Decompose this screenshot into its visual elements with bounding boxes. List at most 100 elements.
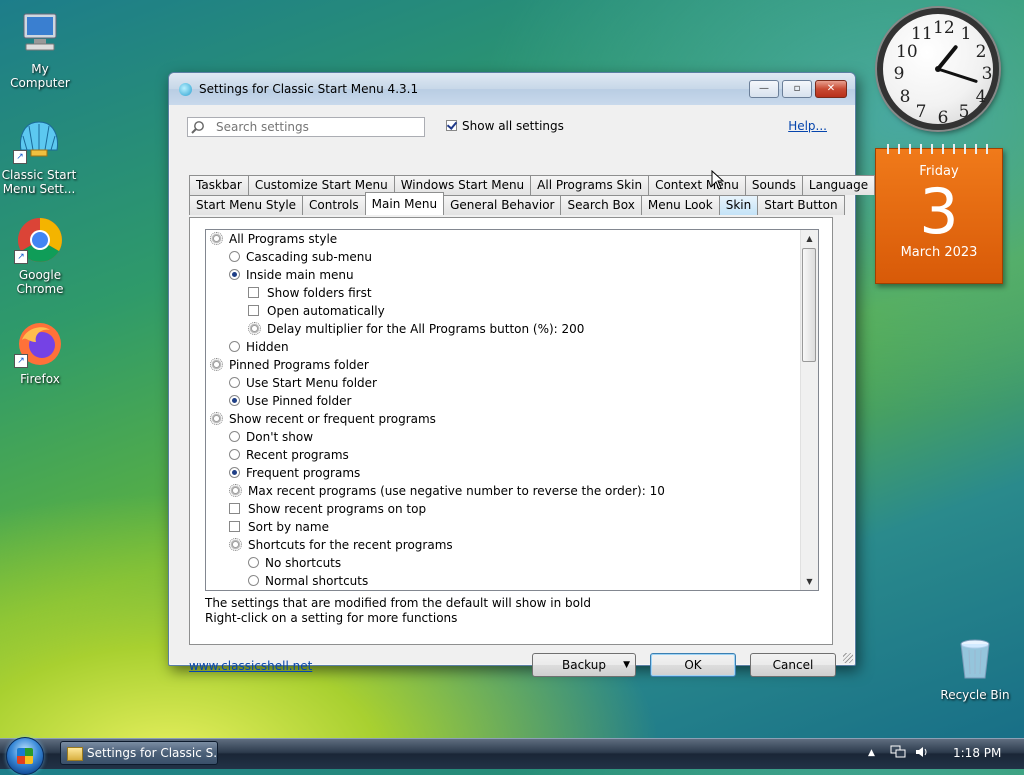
tab-start-button[interactable]: Start Button <box>757 195 845 215</box>
start-button[interactable] <box>6 737 44 775</box>
setting-row[interactable]: Show recent or frequent programs <box>210 410 436 428</box>
tab-all-programs-skin[interactable]: All Programs Skin <box>530 175 650 195</box>
radio-button[interactable] <box>229 431 240 442</box>
setting-row[interactable]: Recent programs <box>229 446 349 464</box>
search-input[interactable] <box>216 119 416 135</box>
close-button[interactable]: ✕ <box>815 80 847 98</box>
clock-center <box>935 66 941 72</box>
volume-icon[interactable] <box>914 738 930 768</box>
setting-row[interactable]: Inside main menu <box>229 266 354 284</box>
radio-button[interactable] <box>248 575 259 586</box>
tab-skin[interactable]: Skin <box>718 195 759 215</box>
tab-general-behavior[interactable]: General Behavior <box>443 195 562 215</box>
radio-button[interactable] <box>248 557 259 568</box>
setting-label: Shortcuts for the recent programs <box>248 538 453 552</box>
shell-icon: ↗ <box>13 116 63 164</box>
window-title: Settings for Classic Start Menu 4.3.1 <box>199 82 419 96</box>
radio-button[interactable] <box>229 269 240 280</box>
tab-context-menu[interactable]: Context Menu <box>648 175 746 195</box>
radio-button[interactable] <box>229 251 240 262</box>
setting-label: Sort by name <box>248 520 329 534</box>
desktop-icon-classic-start-menu[interactable]: ↗ Classic Start Menu Sett... <box>0 116 78 196</box>
setting-label: No shortcuts <box>265 556 342 570</box>
tab-search-box[interactable]: Search Box <box>560 195 642 215</box>
tab-start-menu-style[interactable]: Start Menu Style <box>189 195 304 215</box>
resize-grip-icon[interactable] <box>843 653 853 663</box>
taskbar-clock[interactable]: 1:18 PM <box>953 738 1001 768</box>
chrome-icon: ↗ <box>14 216 64 264</box>
setting-row[interactable]: Show folders first <box>248 284 372 302</box>
setting-row[interactable]: Max recent programs (use negative number… <box>229 482 665 500</box>
setting-gear-icon <box>210 358 223 371</box>
setting-row[interactable]: No shortcuts <box>248 554 341 572</box>
scroll-thumb[interactable] <box>802 248 816 362</box>
ok-button[interactable]: OK <box>650 653 736 677</box>
setting-row[interactable]: Pinned Programs folder <box>210 356 369 374</box>
setting-label: Show recent or frequent programs <box>229 412 436 426</box>
radio-button[interactable] <box>229 395 240 406</box>
checkbox-box[interactable] <box>248 305 259 316</box>
desktop-icon-recycle-bin[interactable]: Recycle Bin <box>935 636 1015 702</box>
calendar-rings <box>882 144 996 154</box>
setting-row[interactable]: Open automatically <box>248 302 385 320</box>
checkbox-box[interactable] <box>229 503 240 514</box>
desktop-icon-google-chrome[interactable]: ↗ Google Chrome <box>0 216 80 296</box>
show-hidden-icons-icon[interactable]: ▲ <box>868 738 875 768</box>
desktop-icon-firefox[interactable]: ↗ Firefox <box>0 320 80 386</box>
radio-button[interactable] <box>229 467 240 478</box>
setting-row[interactable]: All Programs style <box>210 230 337 248</box>
setting-row[interactable]: Use Start Menu folder <box>229 374 377 392</box>
setting-row[interactable]: Cascading sub-menu <box>229 248 372 266</box>
vertical-scrollbar[interactable]: ▲ ▼ <box>800 230 818 590</box>
setting-gear-icon <box>248 322 261 335</box>
search-box[interactable] <box>187 117 425 137</box>
tab-language[interactable]: Language <box>801 175 876 195</box>
setting-row[interactable]: Show recent programs on top <box>229 500 426 518</box>
tab-controls[interactable]: Controls <box>302 195 366 215</box>
clock-gadget[interactable]: 12 1 2 3 4 5 6 7 8 9 10 11 <box>877 8 999 130</box>
setting-row[interactable]: Sort by name <box>229 518 329 536</box>
radio-button[interactable] <box>229 449 240 460</box>
setting-row[interactable]: Use Pinned folder <box>229 392 351 410</box>
tab-sounds[interactable]: Sounds <box>744 175 803 195</box>
window-client: Show all settings Help... TaskbarCustomi… <box>169 105 876 677</box>
setting-gear-icon <box>229 538 242 551</box>
checkbox-box[interactable] <box>248 287 259 298</box>
cancel-button[interactable]: Cancel <box>750 653 836 677</box>
tab-row-2: Start Menu Style Controls Main Menu General… <box>189 192 845 215</box>
setting-label: Max recent programs (use negative number… <box>248 484 665 498</box>
minimize-button[interactable]: — <box>749 80 779 98</box>
setting-row[interactable]: Hidden <box>229 338 289 356</box>
desktop-icon-label: My Computer <box>10 62 70 90</box>
title-bar[interactable]: Settings for Classic Start Menu 4.3.1 — … <box>169 73 855 105</box>
calendar-gadget[interactable]: Friday 3 March 2023 <box>875 144 1003 284</box>
help-link[interactable]: Help... <box>788 119 827 133</box>
calendar-day: 3 <box>919 175 959 248</box>
backup-button[interactable]: Backup ▼ <box>532 653 636 677</box>
settings-tree[interactable]: Normal shortcuts No shortcuts Shortcuts fo… <box>205 229 819 591</box>
setting-label: Pinned Programs folder <box>229 358 369 372</box>
setting-row[interactable]: Frequent programs <box>229 464 360 482</box>
setting-row[interactable]: Don't show <box>229 428 313 446</box>
radio-button[interactable] <box>229 377 240 388</box>
desktop-icon-my-computer[interactable]: My Computer <box>0 10 80 90</box>
tab-menu-look[interactable]: Menu Look <box>640 195 720 215</box>
setting-row[interactable]: Normal shortcuts <box>248 572 368 590</box>
desktop-icon-label: Classic Start Menu Sett... <box>1 168 77 196</box>
tab-main-menu[interactable]: Main Menu <box>364 192 445 215</box>
network-icon[interactable] <box>890 738 906 768</box>
radio-button[interactable] <box>229 341 240 352</box>
website-link[interactable]: www.classicshell.net <box>189 659 312 673</box>
tab-taskbar[interactable]: Taskbar <box>189 175 249 195</box>
scroll-up-arrow-icon[interactable]: ▲ <box>801 230 818 247</box>
setting-row[interactable]: Shortcuts for the recent programs <box>229 536 453 554</box>
checkbox-box[interactable] <box>229 521 240 532</box>
show-all-settings-checkbox[interactable]: Show all settings <box>446 119 564 133</box>
computer-icon <box>16 10 64 58</box>
maximize-button[interactable]: ▫ <box>782 80 812 98</box>
scroll-down-arrow-icon[interactable]: ▼ <box>801 573 818 590</box>
desktop-icon-label: Recycle Bin <box>940 688 1010 702</box>
taskbar-item-settings[interactable]: Settings for Classic S... <box>60 741 218 765</box>
setting-row[interactable]: Delay multiplier for the All Programs bu… <box>248 320 584 338</box>
checkbox-box[interactable] <box>446 120 457 131</box>
